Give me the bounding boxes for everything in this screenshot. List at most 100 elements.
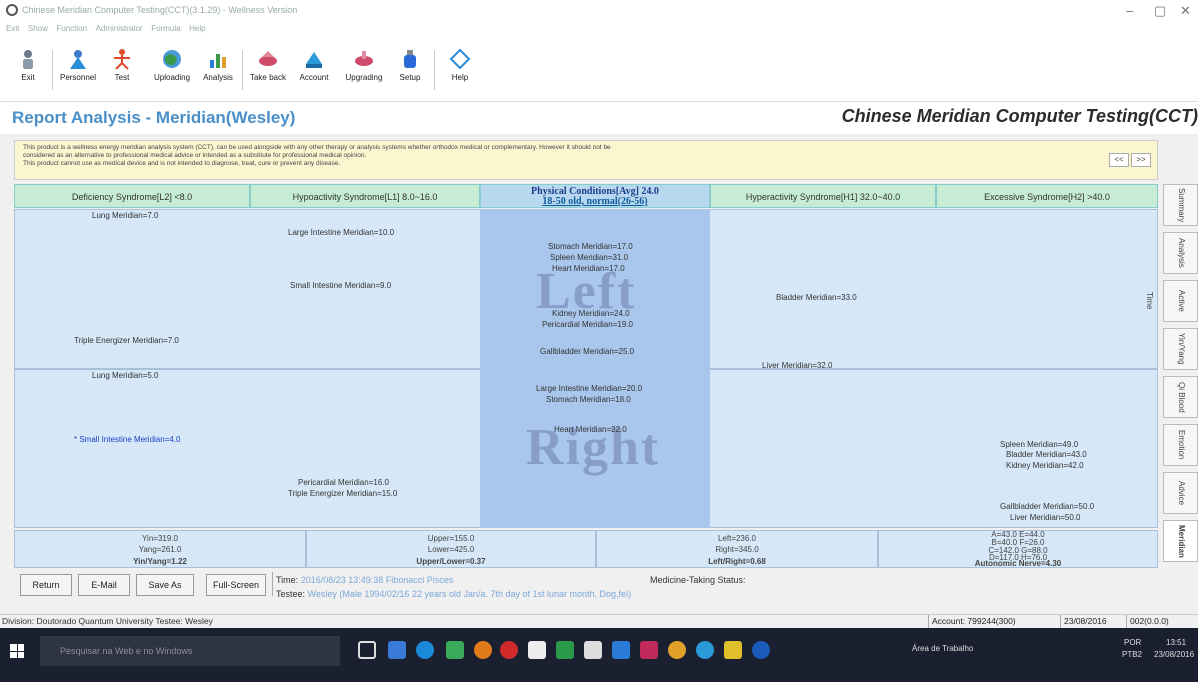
personnel-icon: [70, 50, 86, 69]
app-navy-icon[interactable]: [752, 641, 770, 659]
menu-formula[interactable]: Formula: [151, 22, 180, 36]
right-kidney-value: Kidney Meridian=42.0: [1006, 461, 1084, 470]
full-screen-button[interactable]: Full-Screen: [206, 574, 266, 596]
toolbar-analysis-button[interactable]: Analysis: [196, 48, 240, 92]
tab-yin-yang[interactable]: Yin/Yang: [1163, 328, 1198, 370]
notice-line-3: This product cannot use as medical devic…: [23, 160, 341, 167]
minimize-button[interactable]: –: [1126, 3, 1133, 18]
menu-help[interactable]: Help: [189, 22, 205, 36]
chrome-icon[interactable]: [668, 641, 686, 659]
windows-taskbar: Pesquisar na Web e no Windows Área de Tr…: [0, 628, 1198, 682]
edge-browser-icon[interactable]: [416, 641, 434, 659]
menu-show[interactable]: Show: [28, 22, 48, 36]
report-title: Report Analysis - Meridian(Wesley): [12, 108, 296, 127]
col-header-deficiency: Deficiency Syndrome[L2] <8.0: [14, 184, 250, 208]
testee-label: Testee:: [276, 589, 306, 599]
toolbar: Exit Personnel Test Uploading Analysis T…: [0, 36, 1198, 102]
toolbar-personnel-button[interactable]: Personnel: [56, 48, 100, 92]
menu-function[interactable]: Function: [56, 22, 87, 36]
bag-app-icon[interactable]: [584, 641, 602, 659]
menu-exit[interactable]: Exit: [6, 22, 19, 36]
toolbar-setup-button[interactable]: Setup: [388, 48, 432, 92]
toolbar-exit-label: Exit: [21, 73, 35, 82]
app-blue-icon[interactable]: [696, 641, 714, 659]
summary-upper-lower: Upper=155.0 Lower=425.0 Upper/Lower=0.37: [306, 530, 596, 568]
tray-time[interactable]: 13:51: [1166, 638, 1186, 647]
email-button[interactable]: E-Mail: [78, 574, 130, 596]
tab-emotion[interactable]: Emotion: [1163, 424, 1198, 466]
toolbar-setup-label: Setup: [399, 73, 421, 82]
app-icon: [6, 4, 18, 16]
left-triple-energizer-value: Triple Energizer Meridian=7.0: [74, 336, 179, 345]
tray-date[interactable]: 23/08/2016: [1154, 650, 1194, 659]
right-lung-value: Lung Meridian=5.0: [92, 371, 159, 380]
taskbar-search-input[interactable]: Pesquisar na Web e no Windows: [40, 636, 340, 666]
tab-qi-blood[interactable]: Qi Blood: [1163, 376, 1198, 418]
testee-value: Wesley (Male 1994/02/16 22 years old Jan…: [307, 589, 632, 599]
physical-normal-range-link[interactable]: 18-50 old, normal(26-56): [481, 197, 709, 207]
tab-active-time[interactable]: Active Time: [1145, 280, 1198, 322]
toolbar-exit-button[interactable]: Exit: [6, 48, 50, 92]
left-right-ratio: Left/Right=0.68: [708, 557, 766, 566]
tray-lang[interactable]: POR: [1124, 638, 1141, 647]
tab-meridian[interactable]: Meridian: [1163, 520, 1198, 562]
left-kidney-value: Kidney Meridian=24.0: [552, 309, 630, 318]
left-gallbladder-value: Gallbladder Meridian=25.0: [540, 347, 635, 356]
prev-page-button[interactable]: <<: [1109, 153, 1129, 167]
toolbar-take-back-button[interactable]: Take back: [246, 48, 290, 92]
window-title: Chinese Meridian Computer Testing(CCT)(3…: [22, 5, 298, 15]
camera-app-icon[interactable]: [528, 641, 546, 659]
upgrading-icon: [355, 51, 373, 66]
left-lung-value: Lung Meridian=7.0: [92, 211, 159, 220]
tab-summary[interactable]: Summary: [1163, 184, 1198, 226]
menu-administrator[interactable]: Administrator: [96, 22, 143, 36]
globe-upload-icon: [163, 50, 181, 68]
app-magenta-icon[interactable]: [640, 641, 658, 659]
toolbar-personnel-label: Personnel: [59, 73, 97, 82]
right-liver-value: Liver Meridian=50.0: [1010, 513, 1081, 522]
excel-icon[interactable]: [556, 641, 574, 659]
time-value: 2016/08/23 13:49:38 Fibonacci Pisces: [300, 575, 454, 585]
right-large-intestine-value: Large Intestine Meridian=20.0: [536, 384, 643, 393]
toolbar-uploading-button[interactable]: Uploading: [150, 48, 194, 92]
maximize-button[interactable]: ▢: [1154, 3, 1166, 19]
tray-desktop-label[interactable]: Área de Trabalho: [912, 644, 973, 653]
toolbar-test-button[interactable]: Test: [100, 48, 144, 92]
return-button[interactable]: Return: [20, 574, 72, 596]
col-header-hypoactivity: Hypoactivity Syndrome[L1] 8.0~16.0: [250, 184, 480, 208]
toolbar-upgrading-button[interactable]: Upgrading: [342, 48, 386, 92]
autonomic-nerve-value: Autonomic Nerve=4.30: [974, 559, 1062, 568]
tray-lang2[interactable]: PTB2: [1122, 650, 1142, 659]
left-total-value: Left=236.0: [717, 534, 757, 543]
left-heart-value: Heart Meridian=17.0: [552, 264, 625, 273]
left-small-intestine-value: Small Intestine Meridian=9.0: [290, 281, 392, 290]
right-gallbladder-value: Gallbladder Meridian=50.0: [1000, 502, 1095, 511]
toolbar-help-button[interactable]: Help: [438, 48, 482, 92]
save-as-button[interactable]: Save As: [136, 574, 194, 596]
toolbar-account-button[interactable]: Account: [292, 48, 336, 92]
tab-advice[interactable]: Advice: [1163, 472, 1198, 514]
close-button[interactable]: ✕: [1180, 3, 1191, 19]
word-icon[interactable]: [612, 641, 630, 659]
task-view-icon[interactable]: [358, 641, 376, 659]
col-header-physical: Physical Conditions[Avg] 24.0 18-50 old,…: [480, 184, 710, 208]
file-app-icon[interactable]: [388, 641, 406, 659]
app-yellow-icon[interactable]: [724, 641, 742, 659]
tab-analysis[interactable]: Analysis: [1163, 232, 1198, 274]
summary-autonomic: A=43.0 E=44.0 B=40.0 F=26.0 C=142.0 G=88…: [878, 530, 1158, 568]
testee-info: Testee: Wesley (Male 1994/02/16 22 years…: [276, 589, 631, 599]
right-bladder-value: Bladder Meridian=43.0: [1006, 450, 1087, 459]
account-status: Account: 799244(300): [928, 615, 1019, 628]
lower-value: Lower=425.0: [427, 545, 475, 554]
firefox-icon[interactable]: [474, 641, 492, 659]
right-spleen-value: Spleen Meridian=49.0: [1000, 440, 1079, 449]
left-large-intestine-value: Large Intestine Meridian=10.0: [288, 228, 395, 237]
toolbar-upgrading-label: Upgrading: [345, 73, 383, 82]
report-header: Report Analysis - Meridian(Wesley) Chine…: [0, 102, 1198, 134]
windows-start-icon[interactable]: [10, 644, 24, 658]
next-page-button[interactable]: >>: [1131, 153, 1151, 167]
app-red-icon[interactable]: [500, 641, 518, 659]
store-icon[interactable]: [446, 641, 464, 659]
left-bladder-value: Bladder Meridian=33.0: [776, 293, 857, 302]
medicine-status-label: Medicine-Taking Status:: [650, 575, 746, 585]
